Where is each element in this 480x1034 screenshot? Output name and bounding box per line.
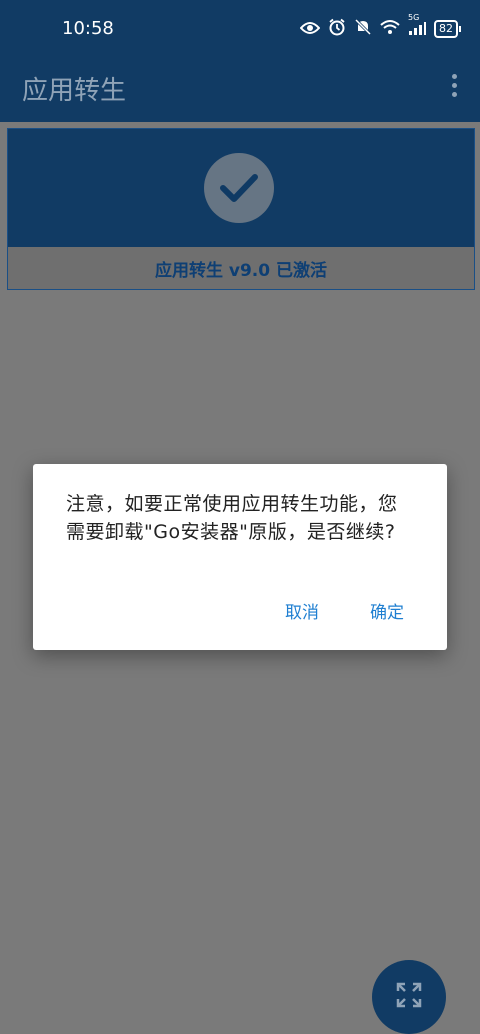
cancel-button[interactable]: 取消: [285, 598, 319, 623]
confirm-dialog: 注意，如要正常使用应用转生功能，您需要卸载"Go安装器"原版，是否继续? 取消 …: [33, 464, 447, 650]
dialog-message: 注意，如要正常使用应用转生功能，您需要卸载"Go安装器"原版，是否继续?: [66, 493, 398, 543]
confirm-button[interactable]: 确定: [370, 598, 404, 623]
